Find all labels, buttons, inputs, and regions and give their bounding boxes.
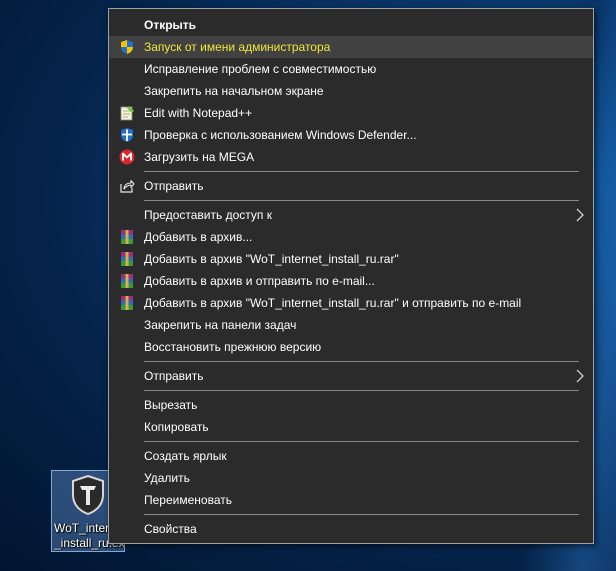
menu-item-copy[interactable]: Копировать [109, 416, 593, 438]
notepad-plus-icon [120, 106, 134, 121]
menu-item-pin-taskbar[interactable]: Закрепить на панели задач [109, 314, 593, 336]
menu-separator [144, 390, 579, 391]
menu-item-restore-version[interactable]: Восстановить прежнюю версию [109, 336, 593, 358]
menu-item-send-to[interactable]: Отправить [109, 365, 593, 387]
winrar-icon [121, 252, 133, 266]
menu-item-compatibility[interactable]: Исправление проблем с совместимостью [109, 58, 593, 80]
menu-separator [144, 514, 579, 515]
chevron-right-icon [576, 208, 584, 222]
menu-item-defender-scan[interactable]: Проверка с использованием Windows Defend… [109, 124, 593, 146]
menu-item-properties[interactable]: Свойства [109, 518, 593, 540]
menu-separator [144, 200, 579, 201]
menu-item-rename[interactable]: Переименовать [109, 489, 593, 511]
winrar-icon [121, 274, 133, 288]
menu-item-add-rar[interactable]: Добавить в архив "WoT_internet_install_r… [109, 248, 593, 270]
menu-item-give-access[interactable]: Предоставить доступ к [109, 204, 593, 226]
menu-separator [144, 171, 579, 172]
share-icon [120, 179, 135, 193]
menu-item-share[interactable]: Отправить [109, 175, 593, 197]
uac-shield-icon [121, 40, 133, 54]
wot-logo-icon [72, 475, 104, 515]
defender-shield-icon [121, 128, 133, 142]
chevron-right-icon [576, 369, 584, 383]
menu-item-cut[interactable]: Вырезать [109, 394, 593, 416]
menu-item-pin-start[interactable]: Закрепить на начальном экране [109, 80, 593, 102]
menu-item-delete[interactable]: Удалить [109, 467, 593, 489]
winrar-icon [121, 296, 133, 310]
menu-item-create-shortcut[interactable]: Создать ярлык [109, 445, 593, 467]
context-menu: Открыть Запуск от имени администратора И… [108, 8, 594, 544]
menu-item-upload-mega[interactable]: Загрузить на MEGA [109, 146, 593, 168]
menu-item-add-rar-email[interactable]: Добавить в архив "WoT_internet_install_r… [109, 292, 593, 314]
menu-item-add-archive-email[interactable]: Добавить в архив и отправить по e-mail..… [109, 270, 593, 292]
menu-separator [144, 361, 579, 362]
menu-item-open[interactable]: Открыть [109, 14, 593, 36]
menu-item-run-as-admin[interactable]: Запуск от имени администратора [109, 36, 593, 58]
mega-icon [119, 149, 135, 165]
menu-separator [144, 441, 579, 442]
winrar-icon [121, 230, 133, 244]
menu-item-edit-notepad[interactable]: Edit with Notepad++ [109, 102, 593, 124]
menu-item-add-archive[interactable]: Добавить в архив... [109, 226, 593, 248]
